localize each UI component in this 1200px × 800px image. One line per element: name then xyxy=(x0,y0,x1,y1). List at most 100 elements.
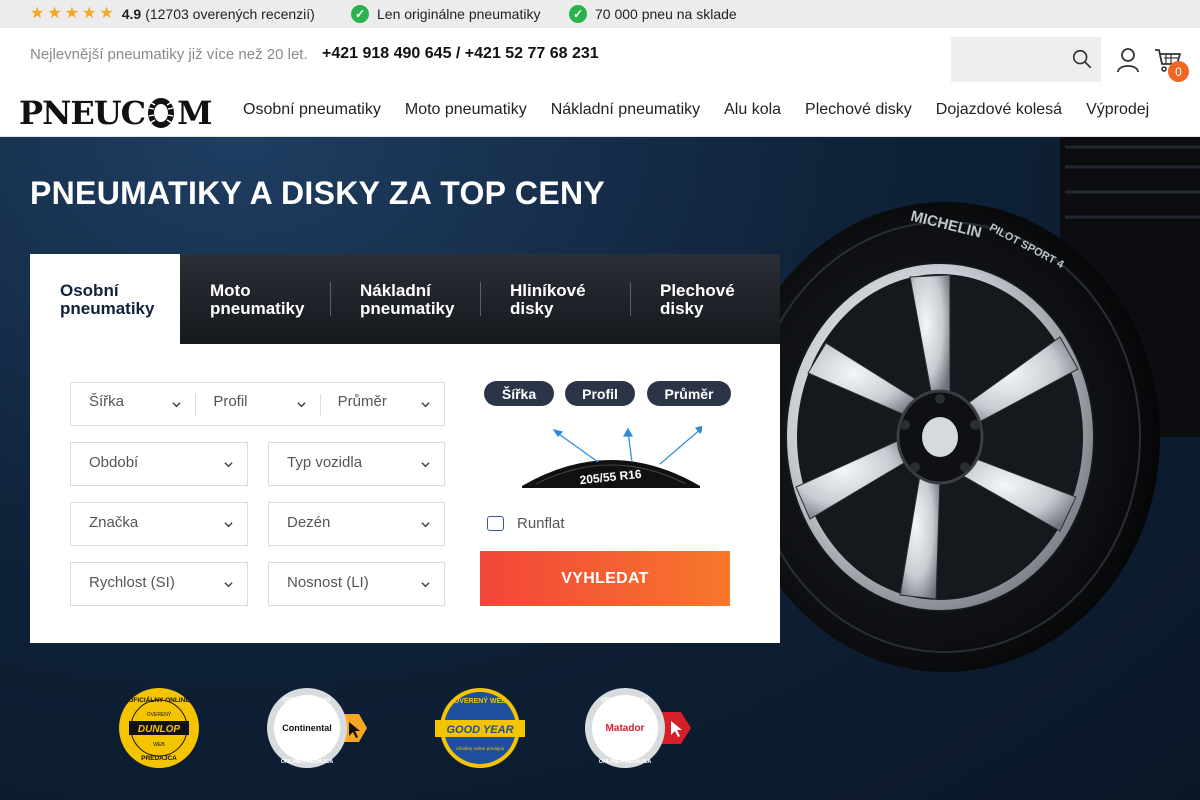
dunlop-badge-top-text: OFICIÁLNY ONLINE xyxy=(128,695,190,704)
brand-select-label: Značka xyxy=(89,514,139,531)
profile-select-label: Profil xyxy=(213,393,248,410)
vehicle-type-select[interactable]: Typ vozidla xyxy=(268,442,445,486)
chevron-down-icon xyxy=(421,462,430,468)
usp-original-label: Len originálne pneumatiky xyxy=(377,6,541,22)
vehicle-type-select-label: Typ vozidla xyxy=(287,454,363,471)
season-select[interactable]: Období xyxy=(70,442,248,486)
chevron-down-icon xyxy=(224,462,233,468)
brand-select[interactable]: Značka xyxy=(70,502,248,546)
width-hint-pill: Šířka xyxy=(484,381,554,406)
cart-count-badge: 0 xyxy=(1168,61,1189,82)
tab-label-line2: disky xyxy=(510,299,554,318)
hero-section: MICHELIN PILOT SPORT 4 PNEUMATIKY A DISK… xyxy=(0,137,1200,800)
check-icon: ✓ xyxy=(569,5,587,23)
load-index-select[interactable]: Nosnost (LI) xyxy=(268,562,445,606)
review-count: (12703 overených recenzií) xyxy=(145,6,315,22)
chevron-down-icon xyxy=(421,402,430,408)
width-select-label: Šířka xyxy=(89,393,125,410)
tab-hlinikove-disky[interactable]: Hliníkové disky xyxy=(480,254,630,344)
site-logo[interactable]: PNEUC M xyxy=(19,94,213,132)
matador-badge-top-text: CERTIFIKOVANÝ xyxy=(601,697,650,704)
check-icon: ✓ xyxy=(351,5,369,23)
runflat-label: Runflat xyxy=(517,515,565,532)
diameter-hint-pill: Průměr xyxy=(647,381,731,406)
matador-badge-bottom-text: ONLINE PREDAJCA xyxy=(599,759,652,765)
continental-badge-bottom-text: ONLINE PREDAJCA xyxy=(281,759,334,765)
nav-vyprodej[interactable]: Výprodej xyxy=(1086,101,1149,119)
dunlop-partner-badge: OFICIÁLNY ONLINE OVERENÝ DUNLOP WEB PRED… xyxy=(119,688,199,768)
search-button[interactable]: VYHLEDAT xyxy=(480,551,730,606)
search-icon[interactable] xyxy=(1071,48,1093,70)
diameter-select[interactable]: Průměr xyxy=(319,383,444,425)
tab-separator xyxy=(480,282,481,316)
tab-moto-pneumatiky[interactable]: Moto pneumatiky xyxy=(180,254,330,344)
hero-title: PNEUMATIKY A DISKY ZA TOP CENY xyxy=(30,175,606,211)
star-icon: ★ xyxy=(47,5,62,22)
pattern-select[interactable]: Dezén xyxy=(268,502,445,546)
profile-select[interactable]: Profil xyxy=(195,383,319,425)
diameter-select-label: Průměr xyxy=(337,393,387,410)
usp-stock-label: 70 000 pneu na sklade xyxy=(595,6,737,22)
tab-label-line1: Moto xyxy=(210,281,251,300)
matador-partner-badge: CERTIFIKOVANÝ Matador ONLINE PREDAJCA xyxy=(585,688,691,768)
usp-original: ✓ Len originálne pneumatiky xyxy=(351,0,540,28)
nav-dojazdove-kolesa[interactable]: Dojazdové kolesá xyxy=(936,101,1062,119)
tab-label-line2: pneumatiky xyxy=(360,299,455,318)
nav-nakladni-pneumatiky[interactable]: Nákladní pneumatiky xyxy=(551,101,700,119)
speed-index-select-label: Rychlost (SI) xyxy=(89,574,175,591)
star-icon: ★ xyxy=(82,5,97,22)
nav-plechove-disky[interactable]: Plechové disky xyxy=(805,101,912,119)
rating-value: 4.9 xyxy=(121,6,142,22)
continental-badge-brand: Continental xyxy=(282,723,332,733)
nav-alu-kola[interactable]: Alu kola xyxy=(724,101,781,119)
dunlop-badge-mid-text: OVERENÝ xyxy=(147,711,172,718)
tab-label-line1: Hliníkové xyxy=(510,281,586,300)
wheel-image: MICHELIN PILOT SPORT 4 xyxy=(760,137,1200,672)
season-select-label: Období xyxy=(89,454,139,471)
star-icon: ★ xyxy=(30,5,45,22)
chevron-down-icon xyxy=(224,582,233,588)
tab-nakladni-pneumatiky[interactable]: Nákladní pneumatiky xyxy=(330,254,480,344)
logo-text-right: M xyxy=(177,94,212,132)
tab-osobni-pneumatiky[interactable]: Osobní pneumatiky xyxy=(30,254,180,344)
chevron-down-icon xyxy=(421,522,430,528)
goodyear-badge-bottom-text: oficiálny online predajca xyxy=(456,746,505,751)
tab-plechove-disky[interactable]: Plechové disky xyxy=(630,254,780,344)
divider xyxy=(319,394,321,416)
tire-size-diagram: 205/55 R16 xyxy=(522,425,702,488)
user-icon[interactable] xyxy=(1116,47,1140,73)
matador-badge-brand: Matador xyxy=(606,723,645,734)
tab-label-line1: Nákladní xyxy=(360,281,431,300)
nav-moto-pneumatiky[interactable]: Moto pneumatiky xyxy=(405,101,527,119)
continental-badge-top-text: CERTIFIKOVANÝ xyxy=(283,697,332,704)
width-select[interactable]: Šířka xyxy=(71,383,195,425)
chevron-down-icon xyxy=(172,402,181,408)
header-info-row: Nejlevnější pneumatiky již více než 20 l… xyxy=(0,28,1200,86)
logo-text-left: PNEUC xyxy=(19,94,146,132)
star-icon: ★ xyxy=(64,5,80,22)
dunlop-badge-sub-text: WEB xyxy=(153,742,165,748)
profile-hint-pill: Profil xyxy=(565,381,635,406)
continental-partner-badge: CERTIFIKOVANÝ Continental ONLINE PREDAJC… xyxy=(267,688,367,768)
star-icon: ★ xyxy=(99,5,114,22)
divider xyxy=(195,394,197,416)
tab-label-line2: disky xyxy=(660,299,704,318)
search-input[interactable] xyxy=(951,37,1061,82)
tire-search-panel: Šířka Profil Průměr Období Typ vozidla Z… xyxy=(30,344,780,643)
tab-label-line2: pneumatiky xyxy=(60,299,155,318)
tab-label-line1: Osobní xyxy=(60,281,119,300)
runflat-checkbox[interactable] xyxy=(487,516,504,531)
usp-stock: ✓ 70 000 pneu na sklade xyxy=(569,0,737,28)
main-nav-row: PNEUC M Osobní pneumatiky Moto pneumatik… xyxy=(0,86,1200,137)
dunlop-badge-brand: DUNLOP xyxy=(138,724,181,735)
phone-numbers[interactable]: +421 918 490 645 / +421 52 77 68 231 xyxy=(322,45,599,63)
search-box xyxy=(951,37,1101,82)
rating-block[interactable]: ★ ★ ★ ★ ★ 4.9 (12703 overených recenzií) xyxy=(30,0,315,28)
load-index-select-label: Nosnost (LI) xyxy=(287,574,369,591)
chevron-down-icon xyxy=(224,522,233,528)
tab-separator xyxy=(630,282,631,316)
speed-index-select[interactable]: Rychlost (SI) xyxy=(70,562,248,606)
tab-label-line2: pneumatiky xyxy=(210,299,305,318)
nav-osobni-pneumatiky[interactable]: Osobní pneumatiky xyxy=(243,101,381,119)
rating-stars: ★ ★ ★ ★ ★ xyxy=(30,6,114,22)
